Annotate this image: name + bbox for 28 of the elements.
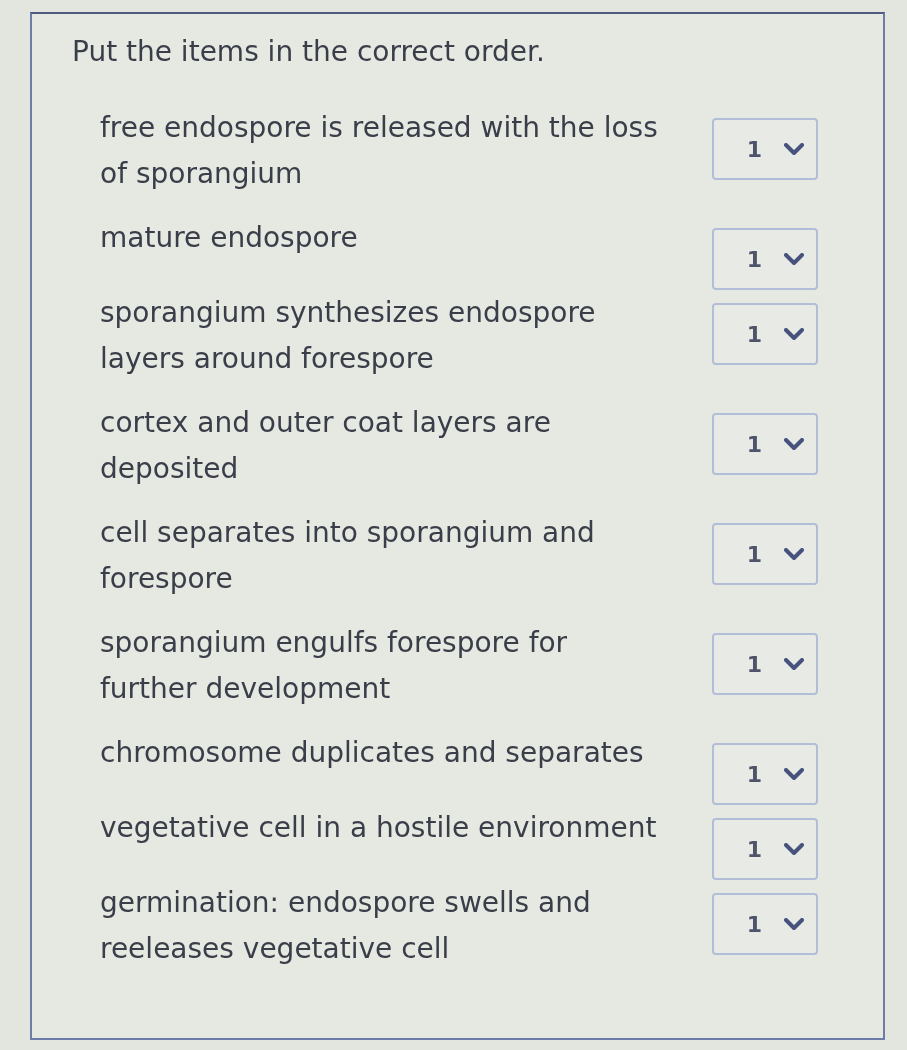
item-text: sporangium synthesizes endospore layers around forespore bbox=[100, 295, 597, 377]
order-dropdown[interactable]: 1 bbox=[712, 523, 818, 585]
chevron-down-icon bbox=[784, 547, 804, 561]
order-dropdown[interactable]: 1 bbox=[712, 893, 818, 955]
order-dropdown[interactable]: 1 bbox=[712, 818, 818, 880]
order-dropdown[interactable]: 1 bbox=[712, 743, 818, 805]
chevron-down-icon bbox=[784, 767, 804, 781]
item-text: germination: endospore swells and reeleases vegetative cell bbox=[100, 885, 592, 967]
chevron-down-icon bbox=[784, 917, 804, 931]
chevron-down-icon bbox=[784, 142, 804, 156]
chevron-down-icon bbox=[784, 437, 804, 451]
order-dropdown[interactable]: 1 bbox=[712, 633, 818, 695]
chevron-down-icon bbox=[784, 327, 804, 341]
order-dropdown[interactable]: 1 bbox=[712, 228, 818, 290]
chevron-down-icon bbox=[784, 252, 804, 266]
order-dropdown[interactable]: 1 bbox=[712, 413, 818, 475]
item-text: cell separates into sporangium and forespore bbox=[100, 515, 596, 597]
chevron-down-icon bbox=[784, 657, 804, 671]
order-dropdown[interactable]: 1 bbox=[712, 303, 818, 365]
item-text: vegetative cell in a hostile environment bbox=[100, 810, 658, 846]
item-text: free endospore is released with the loss of sporangium bbox=[100, 110, 659, 192]
item-text: sporangium engulfs forespore for further development bbox=[100, 625, 569, 707]
item-text: chromosome duplicates and separates bbox=[100, 735, 645, 771]
item-text: cortex and outer coat layers are deposited bbox=[100, 405, 552, 487]
order-dropdown[interactable]: 1 bbox=[712, 118, 818, 180]
question-prompt: Put the items in the correct order. bbox=[72, 35, 546, 69]
item-text: mature endospore bbox=[100, 220, 359, 256]
chevron-down-icon bbox=[784, 842, 804, 856]
